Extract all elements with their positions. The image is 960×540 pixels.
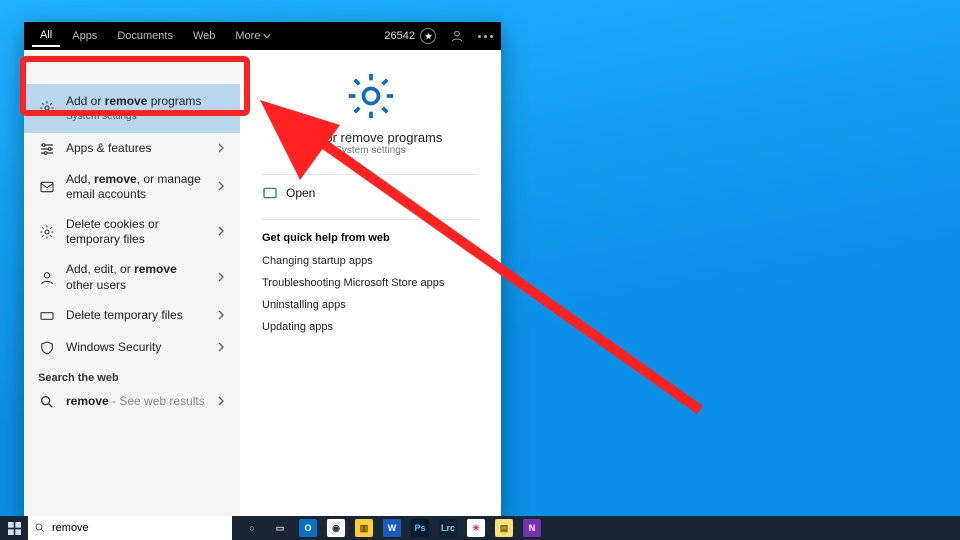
rewards-points[interactable]: 26542 bbox=[384, 28, 436, 44]
chrome-app[interactable]: ◉ bbox=[322, 516, 350, 540]
search-result[interactable]: Add, remove, or manage email accounts bbox=[24, 165, 240, 210]
chevron-right-icon bbox=[216, 225, 226, 239]
detail-title: Add or remove programs bbox=[262, 130, 479, 145]
result-text: Add, remove, or manage email accounts bbox=[66, 172, 206, 203]
notes-app[interactable]: ▤ bbox=[490, 516, 518, 540]
chevron-right-icon bbox=[216, 271, 226, 285]
onenote-app[interactable]: N bbox=[518, 516, 546, 540]
results-column: Add or remove programs System settings A… bbox=[24, 50, 240, 516]
tab-more[interactable]: More bbox=[227, 26, 279, 46]
detail-divider bbox=[262, 174, 479, 175]
chevron-right-icon bbox=[216, 341, 226, 355]
quick-help-header: Get quick help from web bbox=[262, 232, 479, 244]
open-label: Open bbox=[286, 186, 315, 200]
taskbar-search-input[interactable] bbox=[52, 518, 226, 538]
start-search-panel: All Apps Documents Web More 26542 bbox=[24, 22, 501, 516]
tab-documents[interactable]: Documents bbox=[109, 26, 181, 46]
search-result[interactable]: Delete temporary files bbox=[24, 300, 240, 332]
detail-subtitle: System settings bbox=[262, 145, 479, 156]
result-text: Apps & features bbox=[66, 141, 206, 157]
web-header: Search the web bbox=[24, 364, 240, 386]
photoshop-app[interactable]: Ps bbox=[406, 516, 434, 540]
result-text: Windows Security bbox=[66, 340, 206, 356]
best-match-result[interactable]: Add or remove programs System settings bbox=[24, 84, 240, 133]
result-text: Delete temporary files bbox=[66, 308, 206, 324]
rewards-badge-icon bbox=[420, 28, 436, 44]
search-icon bbox=[38, 393, 56, 411]
chevron-down-icon bbox=[263, 32, 271, 40]
taskview-icon[interactable]: ▭ bbox=[266, 516, 294, 540]
card-icon bbox=[38, 307, 56, 325]
search-result[interactable]: Windows Security bbox=[24, 332, 240, 364]
user-avatar[interactable] bbox=[448, 27, 466, 45]
taskbar-search[interactable] bbox=[28, 516, 232, 540]
gear-icon bbox=[343, 68, 399, 124]
tab-web[interactable]: Web bbox=[185, 26, 223, 46]
gear-icon bbox=[38, 223, 56, 241]
search-icon bbox=[34, 522, 46, 534]
topbar-right: 26542 bbox=[384, 27, 493, 45]
web-result-text: remove - See web results bbox=[66, 394, 206, 410]
detail-header: Add or remove programs System settings bbox=[262, 68, 479, 156]
quick-help-link[interactable]: Uninstalling apps bbox=[262, 294, 479, 316]
search-result[interactable]: Add, edit, or remove other users bbox=[24, 255, 240, 300]
user-icon bbox=[38, 269, 56, 287]
chevron-right-icon bbox=[216, 395, 226, 409]
desktop: All Apps Documents Web More 26542 bbox=[0, 0, 960, 540]
explorer-app[interactable]: ▥ bbox=[350, 516, 378, 540]
lightroom-app[interactable]: Lrc bbox=[434, 516, 462, 540]
outlook-app[interactable]: O bbox=[294, 516, 322, 540]
topbar-tabs: All Apps Documents Web More bbox=[32, 25, 279, 47]
tab-all[interactable]: All bbox=[32, 25, 60, 47]
web-result[interactable]: remove - See web results bbox=[24, 386, 240, 418]
quick-help-link[interactable]: Updating apps bbox=[262, 316, 479, 338]
word-app[interactable]: W bbox=[378, 516, 406, 540]
quick-help-link[interactable]: Changing startup apps bbox=[262, 250, 479, 272]
mail-icon bbox=[38, 178, 56, 196]
sliders-icon bbox=[38, 140, 56, 158]
cortana-icon[interactable]: ○ bbox=[238, 516, 266, 540]
more-menu-icon[interactable] bbox=[478, 35, 493, 38]
tab-apps[interactable]: Apps bbox=[64, 26, 105, 46]
shield-icon bbox=[38, 339, 56, 357]
detail-column: Add or remove programs System settings O… bbox=[240, 50, 501, 516]
taskbar: ○▭O◉▥WPsLrc✳▤N bbox=[0, 516, 960, 540]
result-text: Add, edit, or remove other users bbox=[66, 262, 206, 293]
search-body: Add or remove programs System settings A… bbox=[24, 50, 501, 516]
open-icon bbox=[262, 185, 278, 201]
start-button[interactable] bbox=[0, 516, 28, 540]
rewards-points-value: 26542 bbox=[384, 30, 415, 42]
search-topbar: All Apps Documents Web More 26542 bbox=[24, 22, 501, 50]
best-match-text: Add or remove programs System settings bbox=[66, 94, 226, 123]
chevron-right-icon bbox=[216, 142, 226, 156]
detail-open-button[interactable]: Open bbox=[262, 185, 479, 201]
chevron-right-icon bbox=[216, 180, 226, 194]
detail-divider-2 bbox=[262, 219, 479, 220]
gear-icon bbox=[38, 99, 56, 117]
quick-help-link[interactable]: Troubleshooting Microsoft Store apps bbox=[262, 272, 479, 294]
result-text: Delete cookies or temporary files bbox=[66, 217, 206, 248]
slack-app[interactable]: ✳ bbox=[462, 516, 490, 540]
search-result[interactable]: Apps & features bbox=[24, 133, 240, 165]
search-result[interactable]: Delete cookies or temporary files bbox=[24, 210, 240, 255]
chevron-right-icon bbox=[216, 309, 226, 323]
tab-more-label: More bbox=[235, 30, 260, 42]
